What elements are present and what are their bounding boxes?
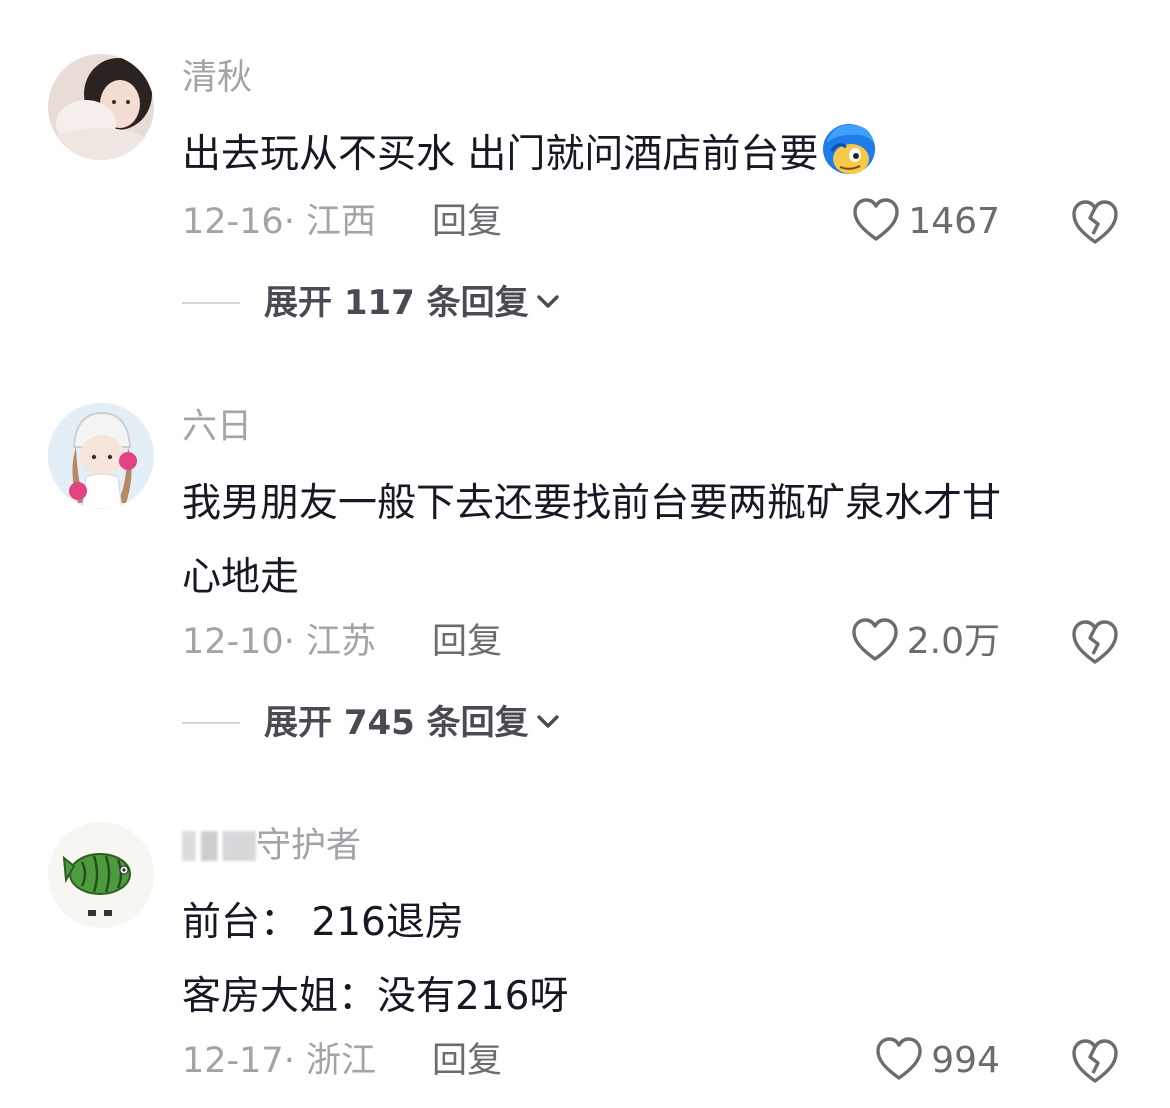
expand-replies-label: 展开 117 条回复 bbox=[264, 283, 529, 323]
heart-outline-icon bbox=[875, 1036, 923, 1086]
heart-outline-icon bbox=[852, 197, 900, 247]
reply-button[interactable]: 回复 bbox=[432, 617, 502, 667]
heart-outline-icon bbox=[851, 617, 899, 667]
like-button[interactable]: 994 bbox=[875, 1036, 1000, 1086]
comment-date-location: 12-16· 江西 bbox=[182, 202, 376, 242]
avatar[interactable] bbox=[48, 822, 154, 928]
username-visible-part: 守护者 bbox=[256, 826, 362, 866]
comment-date-location: 12-17· 浙江 bbox=[182, 1041, 376, 1081]
comment-line: 客房大姐：没有216呀 bbox=[182, 974, 569, 1019]
divider bbox=[182, 722, 240, 724]
avatar[interactable] bbox=[48, 403, 154, 509]
avatar[interactable] bbox=[48, 54, 154, 160]
reply-button[interactable]: 回复 bbox=[432, 1036, 502, 1086]
chevron-down-icon bbox=[529, 291, 561, 315]
dislike-button[interactable] bbox=[1070, 617, 1120, 667]
like-button[interactable]: 1467 bbox=[852, 197, 1000, 247]
like-count: 2.0万 bbox=[906, 621, 1000, 662]
blurred-username-mask bbox=[182, 831, 256, 861]
broken-heart-icon bbox=[1070, 1039, 1120, 1090]
expand-replies-button[interactable]: 展开 117 条回复 bbox=[182, 278, 561, 328]
comment-line: 出去玩从不买水 出门就问酒店前台要 bbox=[182, 118, 1122, 192]
username[interactable]: 六日 bbox=[182, 405, 252, 449]
expand-replies-label: 展开 745 条回复 bbox=[264, 703, 529, 743]
broken-heart-icon bbox=[1070, 200, 1120, 251]
comment-line: 我男朋友一般下去还要找前台要两瓶矿泉水才甘 bbox=[182, 481, 1002, 526]
reply-button[interactable]: 回复 bbox=[432, 197, 502, 247]
like-count: 994 bbox=[931, 1040, 1000, 1081]
comment-text: 我男朋友一般下去还要找前台要两瓶矿泉水才甘 心地走 bbox=[182, 467, 1122, 615]
comment-text: 出去玩从不买水 出门就问酒店前台要 bbox=[182, 118, 1122, 192]
expand-replies-button[interactable]: 展开 745 条回复 bbox=[182, 698, 561, 748]
dislike-button[interactable] bbox=[1070, 197, 1120, 247]
comment-date-location: 12-10· 江苏 bbox=[182, 622, 376, 662]
like-button[interactable]: 2.0万 bbox=[851, 617, 1000, 667]
comment-line: 前台： 216退房 bbox=[182, 900, 464, 945]
like-count: 1467 bbox=[908, 201, 1000, 242]
chevron-down-icon bbox=[529, 711, 561, 735]
comment-line-text: 出去玩从不买水 出门就问酒店前台要 bbox=[182, 132, 819, 177]
dislike-button[interactable] bbox=[1070, 1036, 1120, 1086]
username[interactable]: 清秋 bbox=[182, 56, 252, 100]
username[interactable]: 守护者 bbox=[182, 824, 361, 868]
divider bbox=[182, 302, 240, 304]
broken-heart-icon bbox=[1070, 620, 1120, 671]
blue-hair-face-emoji-icon bbox=[820, 121, 878, 179]
comment-text: 前台： 216退房 客房大姐：没有216呀 bbox=[182, 886, 1122, 1034]
comment-line: 心地走 bbox=[182, 555, 300, 600]
